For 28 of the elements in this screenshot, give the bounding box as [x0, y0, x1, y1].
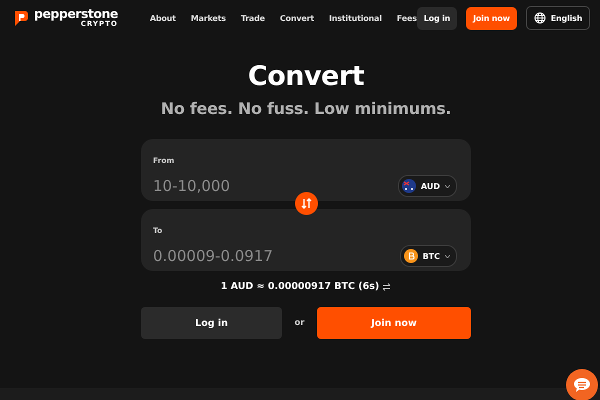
language-button[interactable]: English — [526, 6, 590, 30]
page-subtitle: No fees. No fuss. Low minimums. — [160, 99, 452, 118]
nav-link[interactable]: Markets — [190, 14, 226, 22]
login-button[interactable]: Log in — [416, 6, 458, 30]
nav-link[interactable]: Trade — [240, 14, 265, 22]
logo-icon — [12, 9, 30, 27]
nav-link[interactable]: About — [150, 14, 176, 22]
separator-text: or — [293, 318, 306, 328]
currency-selector[interactable]: AUD — [398, 175, 457, 197]
nav-link[interactable]: Institutional — [328, 14, 382, 22]
globe-icon — [534, 12, 546, 24]
page-title: Convert — [248, 61, 364, 92]
amount-field[interactable]: 0.00009-0.0917 — [153, 247, 373, 265]
logo-wordmark: pepperstone — [34, 8, 118, 20]
login-button[interactable]: Log in — [141, 307, 282, 339]
chat-button[interactable] — [566, 369, 598, 400]
chat-icon — [573, 377, 591, 393]
chevron-icon — [445, 184, 450, 188]
swap-arrows-icon — [382, 282, 392, 290]
amount-field[interactable]: 10-10,000 — [153, 177, 373, 195]
chevron-icon — [445, 254, 450, 258]
nav-link[interactable]: Fees — [396, 14, 417, 22]
exchange-rate: 1 AUD ≈ 0.00000917 BTC (6s) — [220, 281, 380, 292]
flag-icon — [402, 179, 416, 193]
nav-link[interactable]: Convert — [280, 14, 314, 22]
currency-selector[interactable]: BTC — [400, 245, 457, 267]
coin-icon — [404, 249, 418, 263]
swap-icon — [301, 198, 312, 209]
